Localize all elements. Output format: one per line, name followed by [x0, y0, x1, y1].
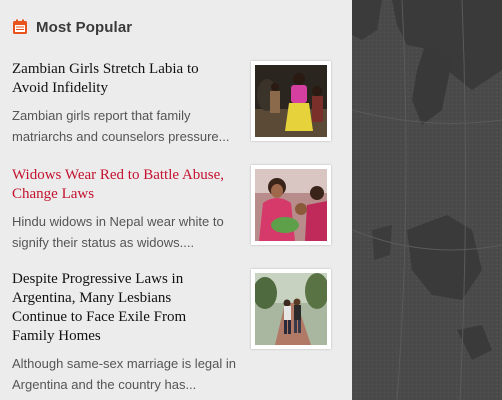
- article-title-link[interactable]: Zambian Girls Stretch Labia to Avoid Inf…: [12, 60, 227, 98]
- calendar-icon: [12, 19, 28, 35]
- article-item: Widows Wear Red to Battle Abuse, Change …: [12, 165, 338, 253]
- article-excerpt: Zambian girls report that family matriar…: [12, 108, 230, 144]
- article-item: Zambian Girls Stretch Labia to Avoid Inf…: [12, 60, 338, 147]
- article-excerpt: Although same-sex marriage is legal in A…: [12, 356, 236, 392]
- world-map-background: [352, 0, 502, 400]
- thumbnail-image: [255, 169, 327, 241]
- article-thumbnail[interactable]: [251, 269, 331, 349]
- article-title-link[interactable]: Widows Wear Red to Battle Abuse, Change …: [12, 166, 227, 204]
- most-popular-widget: Most Popular Zambian Girls Stretch Labia…: [0, 0, 352, 400]
- thumbnail-image: [255, 65, 327, 137]
- section-title: Most Popular: [36, 18, 133, 36]
- article-title-link[interactable]: Despite Progressive Laws in Argentina, M…: [12, 270, 227, 346]
- article-item: Despite Progressive Laws in Argentina, M…: [12, 269, 338, 395]
- thumbnail-image: [255, 273, 327, 345]
- section-header: Most Popular: [12, 16, 132, 38]
- article-thumbnail[interactable]: [251, 165, 331, 245]
- article-excerpt: Hindu widows in Nepal wear white to sign…: [12, 214, 224, 250]
- article-thumbnail[interactable]: [251, 61, 331, 141]
